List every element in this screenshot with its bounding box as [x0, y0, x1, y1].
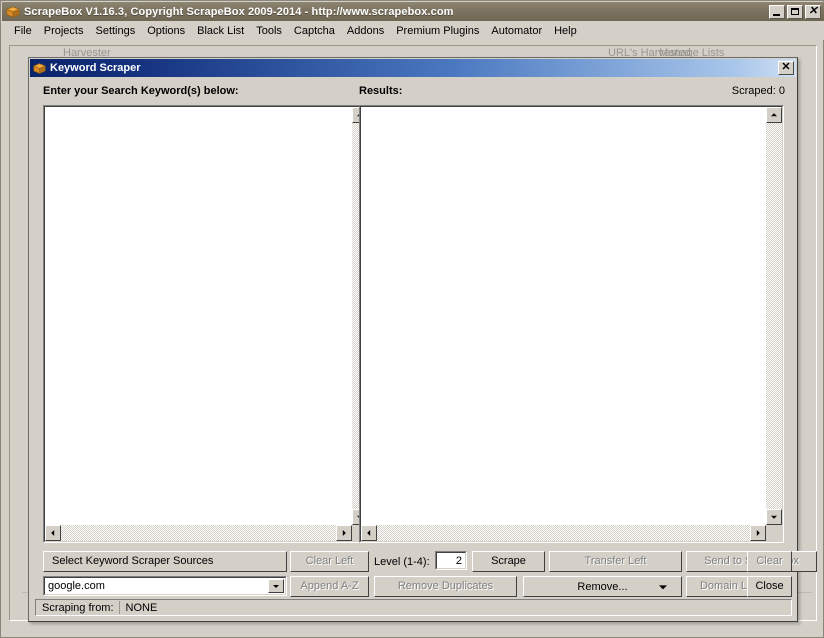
keyword-input-panel[interactable]	[43, 105, 370, 543]
scrape-button[interactable]: Scrape	[472, 551, 545, 572]
results-textarea[interactable]	[361, 107, 766, 525]
menu-item-automator[interactable]: Automator	[485, 23, 548, 39]
results-vertical-scrollbar[interactable]	[766, 107, 782, 525]
left-panel-label: Enter your Search Keyword(s) below:	[43, 85, 239, 97]
clear-left-button[interactable]: Clear Left	[290, 551, 369, 572]
level-label: Level (1-4):	[374, 556, 430, 568]
menu-item-captcha[interactable]: Captcha	[288, 23, 341, 39]
statusbar-value: NONE	[125, 601, 158, 614]
statusbar-separator	[118, 601, 120, 614]
scroll-right-icon[interactable]	[750, 525, 766, 541]
statusbar-label: Scraping from:	[42, 601, 114, 614]
results-panel[interactable]	[359, 105, 784, 543]
scraper-source-combo[interactable]: google.com	[43, 576, 287, 596]
scrollbar-corner	[766, 525, 782, 541]
scroll-left-icon[interactable]	[45, 525, 61, 541]
scraper-source-value: google.com	[48, 580, 105, 592]
menu-item-premium-plugins[interactable]: Premium Plugins	[390, 23, 485, 39]
menu-item-help[interactable]: Help	[548, 23, 583, 39]
close-button[interactable]: Close	[747, 576, 792, 597]
right-panel-label: Results:	[359, 85, 403, 97]
main-application-window: ScrapeBox V1.16.3, Copyright ScrapeBox 2…	[0, 0, 824, 638]
menu-item-options[interactable]: Options	[141, 23, 191, 39]
level-input[interactable]: 2	[435, 551, 467, 570]
scroll-right-icon[interactable]	[336, 525, 352, 541]
application-title: ScrapeBox V1.16.3, Copyright ScrapeBox 2…	[24, 5, 454, 18]
dialog-statusbar: Scraping from: NONE	[35, 599, 792, 616]
menu-item-addons[interactable]: Addons	[341, 23, 390, 39]
chevron-down-icon[interactable]	[659, 584, 667, 589]
scraped-counter: Scraped: 0	[731, 85, 785, 97]
remove-dropdown-label: Remove...	[577, 580, 628, 593]
minimize-icon[interactable]	[769, 4, 785, 19]
application-titlebar: ScrapeBox V1.16.3, Copyright ScrapeBox 2…	[2, 2, 824, 21]
close-icon[interactable]: ✕	[805, 4, 821, 19]
append-a-z-button[interactable]: Append A-Z	[290, 576, 369, 597]
menu-item-settings[interactable]: Settings	[89, 23, 141, 39]
remove-dropdown[interactable]: Remove...	[523, 576, 682, 597]
menu-item-tools[interactable]: Tools	[250, 23, 288, 39]
transfer-left-button[interactable]: Transfer Left	[549, 551, 682, 572]
box-icon	[6, 5, 20, 19]
select-keyword-scraper-sources-button[interactable]: Select Keyword Scraper Sources	[43, 551, 287, 572]
keyword-scraper-dialog: Keyword Scraper ✕ Enter your Search Keyw…	[28, 57, 817, 622]
chevron-down-icon[interactable]	[268, 579, 284, 593]
menu-item-projects[interactable]: Projects	[38, 23, 90, 39]
menu-item-black-list[interactable]: Black List	[191, 23, 250, 39]
results-horizontal-scrollbar[interactable]	[361, 525, 766, 541]
dialog-title: Keyword Scraper	[50, 62, 141, 74]
keyword-horizontal-scrollbar[interactable]	[45, 525, 352, 541]
scroll-down-icon[interactable]	[766, 509, 782, 525]
keyword-textarea[interactable]	[45, 107, 352, 525]
remove-duplicates-button[interactable]: Remove Duplicates	[374, 576, 517, 597]
level-value: 2	[455, 554, 462, 567]
application-menubar: File Projects Settings Options Black Lis…	[2, 21, 824, 40]
maximize-icon[interactable]	[787, 4, 803, 19]
box-icon	[33, 62, 46, 75]
scroll-up-icon[interactable]	[766, 107, 782, 123]
clear-button[interactable]: Clear	[747, 551, 792, 572]
dialog-close-icon[interactable]: ✕	[778, 61, 794, 75]
menu-item-file[interactable]: File	[8, 23, 38, 39]
scroll-left-icon[interactable]	[361, 525, 377, 541]
window-controls: ✕	[769, 4, 822, 19]
dialog-titlebar: Keyword Scraper ✕	[30, 59, 796, 77]
